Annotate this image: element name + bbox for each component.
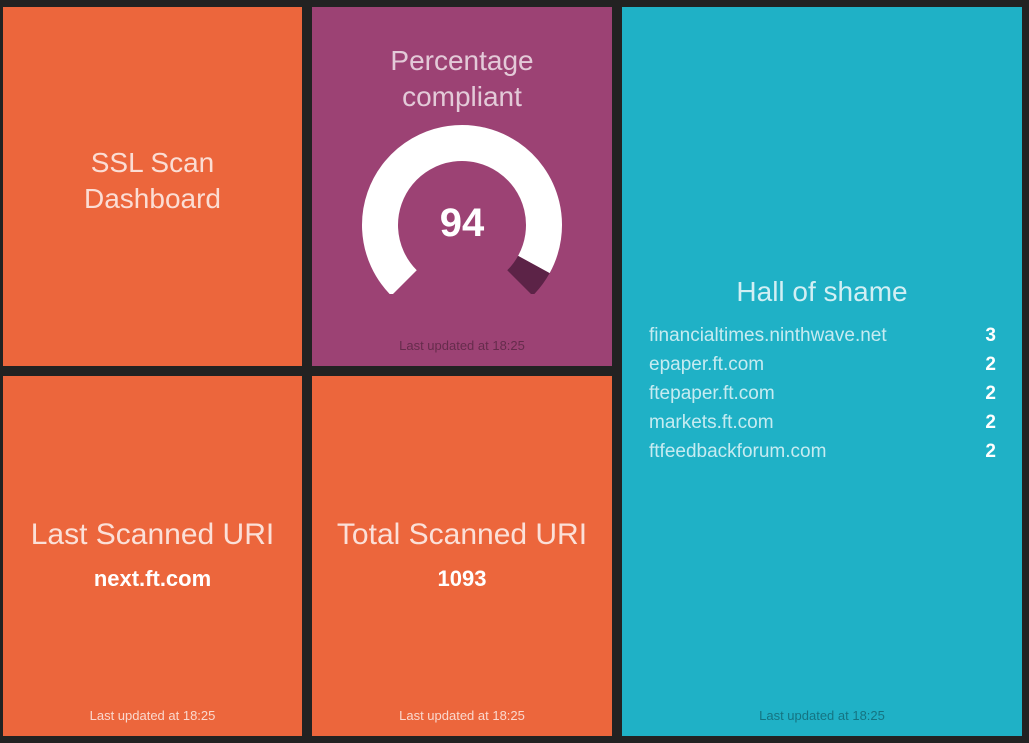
total-scanned-widget: Total Scanned URI 1093 Last updated at 1… (312, 376, 612, 736)
compliance-value: 94 (439, 201, 485, 245)
list-item: financialtimes.ninthwave.net 3 (649, 321, 996, 350)
list-item-count: 2 (985, 383, 996, 404)
last-scanned-updated-at: Last updated at 18:25 (89, 708, 216, 723)
list-item-count: 2 (985, 441, 996, 462)
total-scanned-title: Total Scanned URI (336, 518, 588, 551)
list-item: markets.ft.com 2 (649, 408, 996, 437)
list-item-label: financialtimes.ninthwave.net (649, 325, 887, 346)
list-item-count: 2 (985, 412, 996, 433)
list-item-label: markets.ft.com (649, 412, 774, 433)
total-scanned-updated-at: Last updated at 18:25 (399, 708, 525, 723)
last-scanned-value: next.ft.com (93, 566, 212, 591)
dashboard-title-line1: SSL Scan (90, 147, 215, 178)
list-item-label: ftfeedbackforum.com (649, 441, 827, 462)
compliance-updated-at: Last updated at 18:25 (399, 338, 525, 353)
list-item: ftepaper.ft.com 2 (649, 379, 996, 408)
last-scanned-title: Last Scanned URI (30, 518, 275, 551)
gauge-title: Percentage compliant (312, 43, 612, 115)
list-item: ftfeedbackforum.com 2 (649, 437, 996, 466)
dashboard-title-line2: Dashboard (84, 183, 221, 214)
hall-of-shame-updated-at: Last updated at 18:25 (759, 708, 885, 723)
gauge-title-line2: compliant (402, 81, 522, 112)
hall-of-shame-title: Hall of shame (736, 276, 908, 307)
total-scanned-value: 1093 (437, 566, 487, 591)
dashboard-title-widget: SSL Scan Dashboard (3, 7, 302, 366)
last-scanned-widget: Last Scanned URI next.ft.com Last update… (3, 376, 302, 736)
list-item-count: 2 (985, 354, 996, 375)
list-item-label: epaper.ft.com (649, 354, 765, 375)
gauge-fill (506, 255, 550, 294)
hall-of-shame-widget: Hall of shame financialtimes.ninthwave.n… (622, 7, 1022, 736)
compliance-gauge-widget: Percentage compliant 94 Last updated at … (312, 7, 612, 366)
list-item-label: ftepaper.ft.com (649, 383, 775, 404)
list-item-count: 3 (985, 325, 996, 346)
dashboard-title: SSL Scan Dashboard (3, 145, 302, 217)
list-item: epaper.ft.com 2 (649, 350, 996, 379)
gauge-title-line1: Percentage (390, 45, 534, 76)
hall-of-shame-list: financialtimes.ninthwave.net 3 epaper.ft… (649, 321, 996, 466)
